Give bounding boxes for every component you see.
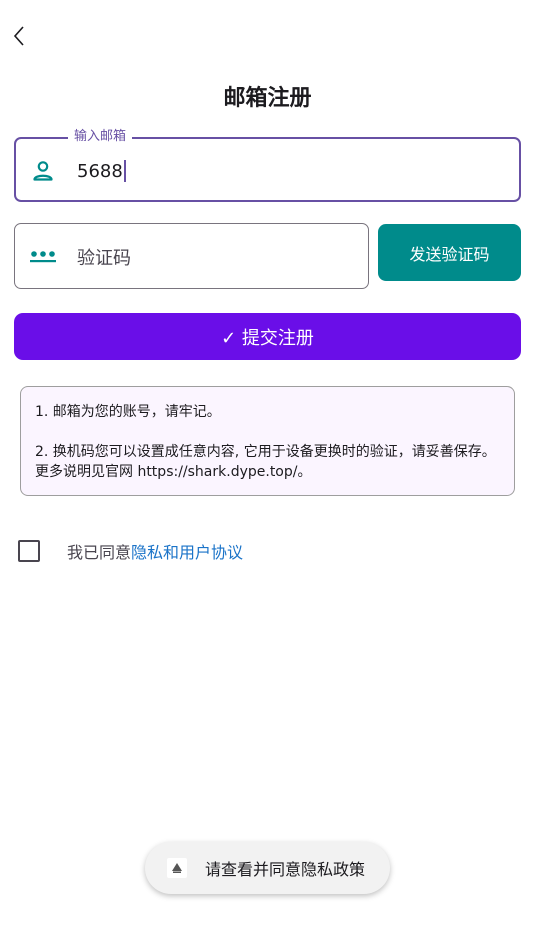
email-input[interactable]: 5688 — [77, 159, 126, 183]
agreement-row: 我已同意 隐私和用户协议 — [18, 538, 243, 564]
email-field[interactable]: 输入邮箱 5688 — [14, 129, 521, 202]
verification-code-field[interactable]: 验证码 — [14, 223, 369, 289]
register-screen: 邮箱注册 输入邮箱 5688 验证码 发送验证码 ✓ 提交注册 1. 邮箱为您的… — [0, 0, 535, 951]
person-icon — [33, 161, 53, 181]
app-icon — [167, 858, 187, 878]
shark-icon — [172, 863, 182, 873]
verification-code-placeholder: 验证码 — [77, 248, 131, 269]
back-button[interactable] — [4, 20, 34, 52]
password-dots-icon — [30, 251, 56, 263]
toast-message: 请查看并同意隐私政策 — [145, 842, 390, 894]
notice-line-1: 1. 邮箱为您的账号，请牢记。 — [35, 404, 221, 420]
text-cursor — [123, 160, 126, 182]
agreement-checkbox[interactable] — [18, 540, 40, 562]
page-title: 邮箱注册 — [223, 86, 312, 111]
privacy-agreement-link[interactable]: 隐私和用户协议 — [131, 539, 243, 563]
notice-box: 1. 邮箱为您的账号，请牢记。 2. 换机码您可以设置成任意内容, 它用于设备更… — [20, 386, 515, 496]
notice-line-2: 2. 换机码您可以设置成任意内容, 它用于设备更换时的验证，请妥善保存。更多说明… — [35, 444, 496, 480]
agreement-prefix: 我已同意 — [67, 543, 132, 562]
chevron-left-icon — [13, 26, 24, 46]
email-input-value: 5688 — [77, 160, 123, 182]
toast-text: 请查看并同意隐私政策 — [205, 860, 366, 879]
submit-register-button[interactable]: ✓ 提交注册 — [14, 313, 521, 360]
email-field-label: 输入邮箱 — [68, 129, 133, 145]
send-code-button[interactable]: 发送验证码 — [378, 224, 521, 281]
